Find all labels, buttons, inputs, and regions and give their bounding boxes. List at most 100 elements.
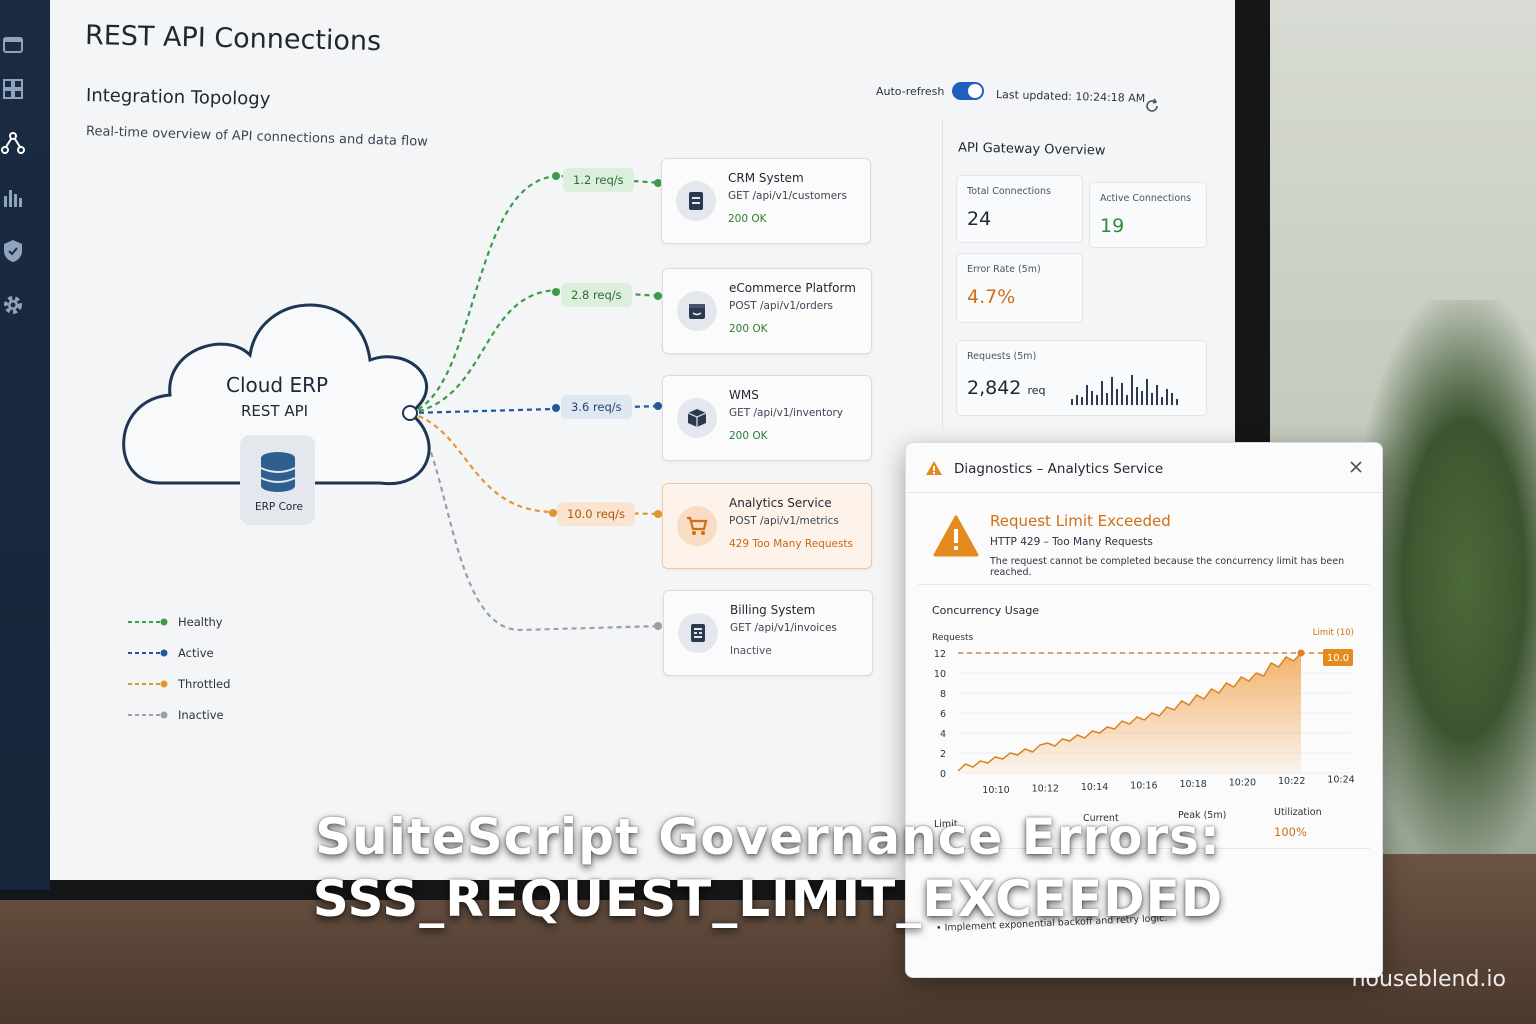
y-tick-label: 2	[940, 749, 946, 760]
legend-item-throttled: Throttled	[128, 677, 230, 691]
legend-label: Healthy	[178, 615, 223, 629]
invoice-icon	[678, 613, 718, 653]
cart-icon	[677, 506, 717, 546]
box-icon	[677, 398, 717, 438]
metric-active-connections: Active Connections 19	[1089, 182, 1207, 248]
metric-requests: Requests (5m) 2,842 req	[956, 340, 1207, 416]
service-endpoint: POST /api/v1/metrics	[729, 515, 839, 527]
service-name: Billing System	[730, 603, 816, 617]
rate-pill-ecommerce: 2.8 req/s	[561, 283, 632, 307]
gateway-title: API Gateway Overview	[957, 140, 1106, 159]
headline-line-1: SuiteScript Governance Errors:	[315, 808, 1221, 866]
requests-count: 2,842	[967, 377, 1022, 399]
x-tick-label: 10:22	[1278, 776, 1305, 787]
y-tick-label: 4	[940, 729, 946, 740]
close-icon[interactable]	[1348, 459, 1364, 475]
alert-code: HTTP 429 – Too Many Requests	[990, 536, 1153, 548]
metric-total-connections: Total Connections 24	[956, 175, 1083, 243]
database-icon	[260, 452, 296, 492]
hub-subtitle: REST API	[241, 402, 309, 420]
alert-warning-icon	[933, 515, 979, 557]
bar-chart-icon[interactable]	[0, 184, 26, 210]
concurrency-chart: Requests 0 2 4 6 8 10 12 10:10 10:12 10:14 10:16 10:…	[932, 628, 1355, 796]
requests-unit: req	[1027, 384, 1046, 397]
store-icon	[677, 291, 717, 331]
x-tick-label: 10:24	[1327, 775, 1354, 786]
shield-icon[interactable]	[0, 238, 26, 264]
window-icon[interactable]	[0, 32, 26, 58]
rate-pill-crm: 1.2 req/s	[563, 168, 634, 192]
gear-icon[interactable]	[0, 292, 26, 318]
y-tick-label: 12	[934, 649, 946, 660]
legend-label: Inactive	[178, 708, 224, 722]
legend-item-inactive: Inactive	[128, 708, 224, 722]
y-tick-label: 0	[940, 769, 946, 780]
gateway-overview-panel: API Gateway Overview Total Connections 2…	[942, 120, 1212, 430]
y-tick-label: 10	[934, 669, 946, 680]
service-endpoint: GET /api/v1/invoices	[730, 622, 837, 634]
auto-refresh-toggle[interactable]	[952, 82, 985, 100]
x-tick-label: 10:14	[1081, 782, 1108, 793]
rate-pill-analytics: 10.0 req/s	[557, 502, 635, 526]
metric-label: Requests (5m)	[967, 351, 1037, 362]
connection-analytics	[409, 411, 663, 516]
service-card-ecommerce[interactable]: eCommerce Platform POST /api/v1/orders 2…	[662, 268, 872, 354]
metric-label: Total Connections	[967, 186, 1051, 197]
metric-value: 2,842 req	[967, 377, 1045, 399]
legend-label: Active	[178, 646, 214, 660]
metric-error-rate: Error Rate (5m) 4.7%	[956, 253, 1083, 323]
y-tick-label: 8	[940, 689, 946, 700]
current-point	[1297, 649, 1305, 657]
legend-label: Throttled	[178, 677, 231, 691]
diagnostics-header: Diagnostics – Analytics Service	[906, 443, 1382, 493]
metric-value: 4.7%	[967, 286, 1016, 308]
current-badge-label: 10.0	[1327, 653, 1349, 664]
service-name: WMS	[729, 388, 759, 402]
requests-sparkline	[1071, 375, 1178, 405]
sidebar	[0, 0, 50, 890]
service-name: Analytics Service	[729, 496, 832, 510]
metric-value: 24	[967, 208, 992, 230]
refresh-icon[interactable]	[1144, 98, 1160, 114]
last-updated-text: Last updated: 10:24:18 AM	[995, 88, 1146, 105]
service-status: 200 OK	[729, 430, 768, 442]
y-axis-title: Requests	[932, 633, 974, 643]
alert-box: Request Limit Exceeded HTTP 429 – Too Ma…	[918, 495, 1370, 585]
x-tick-label: 10:18	[1179, 779, 1206, 790]
legend-item-active: Active	[128, 646, 214, 660]
service-status: Inactive	[730, 645, 772, 657]
service-status: 200 OK	[729, 323, 768, 335]
metric-label: Active Connections	[1100, 193, 1192, 204]
service-endpoint: GET /api/v1/inventory	[729, 407, 844, 419]
x-tick-label: 10:16	[1130, 781, 1157, 792]
service-endpoint: POST /api/v1/orders	[729, 300, 834, 312]
service-card-analytics[interactable]: Analytics Service POST /api/v1/metrics 4…	[662, 483, 872, 569]
x-tick-label: 10:20	[1229, 778, 1256, 789]
concurrency-title: Concurrency Usage	[932, 604, 1040, 617]
service-status: 200 OK	[728, 213, 767, 225]
warning-icon	[926, 461, 942, 475]
diagnostics-title: Diagnostics – Analytics Service	[954, 461, 1164, 477]
alert-description: The request cannot be completed because …	[990, 556, 1345, 578]
x-tick-label: 10:12	[1032, 784, 1059, 795]
dashboard-grid-icon[interactable]	[0, 76, 26, 102]
service-card-wms[interactable]: WMS GET /api/v1/inventory 200 OK	[662, 375, 872, 461]
metric-value: 19	[1100, 215, 1125, 237]
watermark: houseblend.io	[1351, 967, 1506, 992]
rate-pill-wms: 3.6 req/s	[561, 395, 632, 419]
service-card-crm[interactable]: CRM System GET /api/v1/customers 200 OK	[661, 158, 871, 244]
hub-title: Cloud ERP	[226, 373, 329, 397]
service-card-billing[interactable]: Billing System GET /api/v1/invoices Inac…	[663, 590, 873, 676]
document-icon	[676, 181, 716, 221]
limit-label: Limit (10)	[1313, 628, 1354, 638]
service-endpoint: GET /api/v1/customers	[728, 190, 847, 202]
headline-line-2: SSS_REQUEST_LIMIT_EXCEEDED	[312, 870, 1224, 928]
y-tick-label: 6	[940, 709, 946, 720]
core-label: ERP Core	[255, 501, 303, 513]
service-status: 429 Too Many Requests	[729, 538, 854, 550]
service-name: eCommerce Platform	[729, 281, 856, 295]
background-plant	[1356, 300, 1536, 860]
network-icon[interactable]	[0, 130, 26, 156]
legend-item-healthy: Healthy	[128, 615, 223, 629]
metric-label: Error Rate (5m)	[967, 264, 1041, 275]
